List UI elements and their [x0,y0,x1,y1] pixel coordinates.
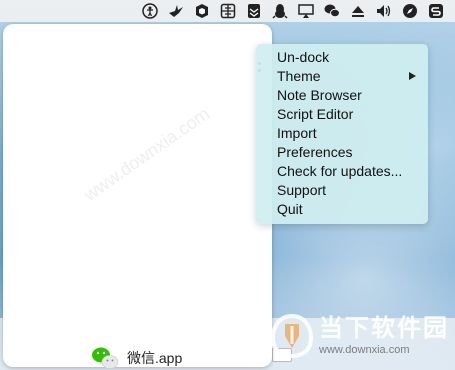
menu-item-label: Quit [277,201,303,217]
watermark-text: www.downxia.com [80,103,214,205]
menu-item-theme[interactable]: Theme [256,67,428,86]
site-logo-text: 当下软件园 [319,315,449,342]
menu-item-label: Note Browser [277,87,362,103]
accessibility-icon[interactable] [139,0,161,22]
qq-penguin-icon[interactable] [269,0,291,22]
context-menu: Un-dock Theme Note Browser Script Editor… [256,44,428,224]
site-logo: 当下软件园 www.downxia.com [271,314,449,358]
site-logo-url: www.downxia.com [319,344,410,356]
menu-item-check-for-updates[interactable]: Check for updates... [256,162,428,181]
menu-item-note-browser[interactable]: Note Browser [256,86,428,105]
menu-item-import[interactable]: Import [256,124,428,143]
wechat-app-icon [92,347,119,369]
shield-icon[interactable] [191,0,213,22]
menu-item-label: Check for updates... [277,163,403,179]
menu-bar [0,0,455,22]
menu-item-label: Import [277,125,317,141]
dock-panel: www.downxia.com 微信.app [3,24,272,370]
app-item-wechat[interactable]: 微信.app [91,344,182,370]
eject-icon[interactable] [347,0,369,22]
menu-item-label: Un-dock [277,49,330,65]
site-logo-icon [271,314,313,358]
wechat-icon[interactable] [321,0,343,22]
menu-item-label: Script Editor [277,106,354,122]
menu-item-label: Preferences [277,144,353,160]
airplay-icon[interactable] [295,0,317,22]
menu-item-preferences[interactable]: Preferences [256,143,428,162]
compass-icon[interactable] [399,0,421,22]
menu-item-quit[interactable]: Quit [256,200,428,219]
app-name-label: 微信.app [127,350,183,366]
s-app-icon[interactable] [425,0,447,22]
menu-item-label: Support [277,182,327,198]
bird-icon[interactable] [165,0,187,22]
menu-item-script-editor[interactable]: Script Editor [256,105,428,124]
grid-icon[interactable] [217,0,239,22]
menu-item-support[interactable]: Support [256,181,428,200]
menu-item-un-dock[interactable]: Un-dock [256,48,428,67]
menu-item-label: Theme [277,68,321,84]
stack-icon[interactable] [243,0,265,22]
submenu-arrow-icon [409,72,416,80]
volume-icon[interactable] [373,0,395,22]
